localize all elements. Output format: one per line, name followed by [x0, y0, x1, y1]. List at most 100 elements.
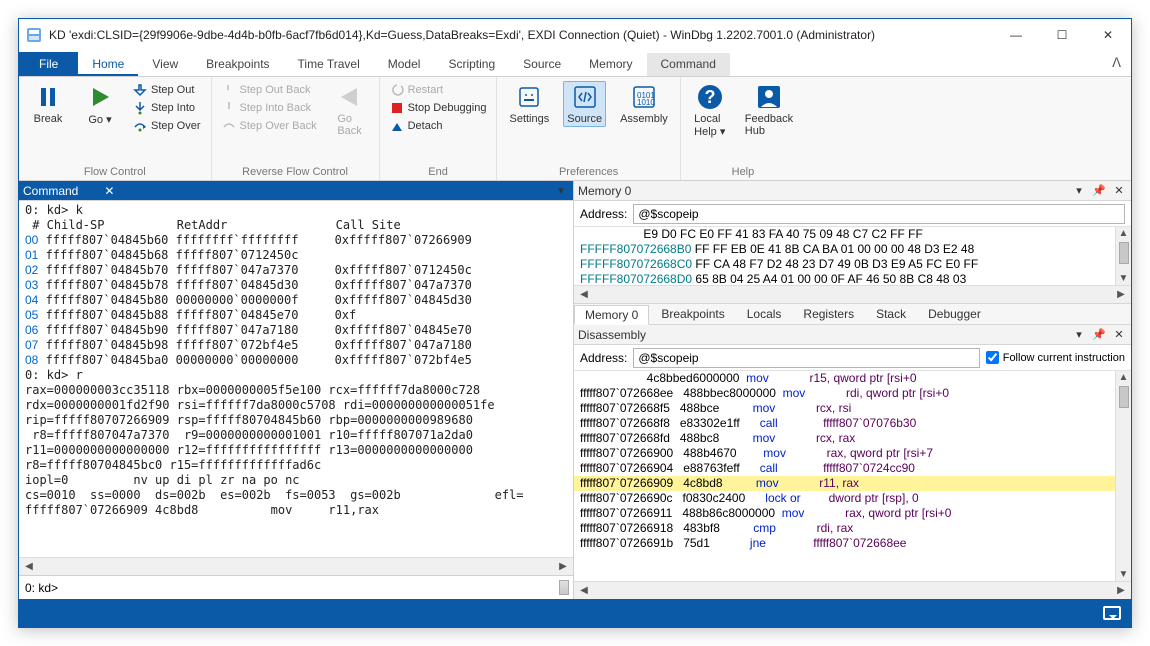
disasm-hscroll[interactable]: ◀▶: [574, 581, 1131, 599]
local-help-button[interactable]: ? Local Help ▾: [689, 81, 731, 140]
go-back-button: Go Back: [329, 81, 371, 139]
memory-panel-header: Memory 0 ▾ 📌 ✕: [574, 181, 1131, 201]
memory-hscroll[interactable]: ◀▶: [574, 285, 1131, 303]
go-back-label: Go Back: [337, 113, 361, 137]
close-button[interactable]: ✕: [1085, 19, 1131, 51]
tab-source[interactable]: Source: [509, 53, 575, 76]
step-over-back-button: Step Over Back: [220, 117, 319, 135]
panel-tab-locals[interactable]: Locals: [737, 305, 792, 323]
disasm-address-input[interactable]: [633, 348, 979, 368]
status-bar: [19, 599, 1131, 627]
command-tab-close-icon[interactable]: ✕: [104, 184, 114, 198]
local-help-label: Local Help: [694, 113, 720, 138]
step-into-back-button: Step Into Back: [220, 99, 319, 117]
command-panel-header: Command ✕ ▾: [19, 181, 573, 201]
settings-label: Settings: [509, 113, 549, 125]
panel-tab-memory-0[interactable]: Memory 0: [574, 305, 649, 325]
app-icon: [25, 26, 43, 44]
disasm-address-label: Address:: [580, 351, 627, 365]
step-out-back-button: Step Out Back: [220, 81, 319, 99]
tab-memory[interactable]: Memory: [575, 53, 646, 76]
detach-label: Detach: [408, 120, 443, 132]
memory-vscroll[interactable]: ▲▼: [1115, 227, 1131, 285]
tab-scripting[interactable]: Scripting: [434, 53, 509, 76]
command-input[interactable]: [62, 581, 567, 595]
window-title: KD 'exdi:CLSID={29f9906e-9dbe-4d4b-b0fb-…: [49, 28, 993, 42]
tab-home[interactable]: Home: [78, 53, 138, 76]
panel-tab-debugger[interactable]: Debugger: [918, 305, 991, 323]
tab-command[interactable]: Command: [647, 53, 730, 76]
source-mode-button[interactable]: Source: [563, 81, 606, 127]
tab-breakpoints[interactable]: Breakpoints: [192, 53, 283, 76]
tab-time-travel[interactable]: Time Travel: [284, 53, 374, 76]
detach-icon: [390, 119, 404, 133]
step-over-back-icon: [222, 119, 236, 133]
step-over-button[interactable]: Step Over: [131, 117, 203, 135]
feedback-label: Feedback Hub: [745, 113, 793, 137]
settings-button[interactable]: Settings: [505, 81, 553, 127]
step-into-back-label: Step Into Back: [240, 102, 312, 114]
step-into-button[interactable]: Step Into: [131, 99, 203, 117]
preferences-group-label: Preferences: [505, 164, 671, 178]
tab-view[interactable]: View: [138, 53, 192, 76]
feedback-icon: [755, 83, 783, 111]
disasm-vscroll[interactable]: ▲▼: [1115, 371, 1131, 581]
step-into-back-icon: [222, 101, 236, 115]
help-icon: ?: [696, 83, 724, 111]
step-out-back-icon: [222, 83, 236, 97]
stop-debugging-button[interactable]: Stop Debugging: [388, 99, 489, 117]
panel-tab-stack[interactable]: Stack: [866, 305, 916, 323]
detach-button[interactable]: Detach: [388, 117, 489, 135]
step-out-button[interactable]: Step Out: [131, 81, 203, 99]
step-over-label: Step Over: [151, 120, 201, 132]
step-over-back-label: Step Over Back: [240, 120, 317, 132]
memory-address-input[interactable]: [633, 204, 1125, 224]
break-button[interactable]: Break: [27, 81, 69, 127]
step-into-icon: [133, 101, 147, 115]
reverse-flow-control-group-label: Reverse Flow Control: [220, 164, 371, 178]
disasm-panel-pin-icon[interactable]: 📌: [1091, 328, 1107, 341]
tab-file[interactable]: File: [19, 52, 78, 76]
disassembly-panel-title: Disassembly: [578, 328, 646, 342]
memory-panel-menu-icon[interactable]: ▾: [1071, 184, 1087, 197]
stop-icon: [390, 101, 404, 115]
restart-icon: [390, 83, 404, 97]
step-over-icon: [133, 119, 147, 133]
command-panel-title: Command: [23, 184, 78, 198]
memory-panel-title: Memory 0: [578, 184, 631, 198]
restart-label: Restart: [408, 84, 443, 96]
go-label: Go: [88, 114, 103, 126]
collapse-ribbon-icon[interactable]: ᐱ: [1112, 55, 1121, 71]
feedback-hub-button[interactable]: Feedback Hub: [741, 81, 797, 139]
command-input-bar: 0: kd>: [19, 575, 573, 599]
command-output: 0: kd> k # Child-SP RetAddr Call Site 00…: [19, 201, 573, 557]
assembly-label: Assembly: [620, 113, 668, 125]
panel-menu-icon[interactable]: ▾: [553, 184, 569, 197]
command-prompt: 0: kd>: [25, 581, 58, 595]
assembly-mode-button[interactable]: 01011010 Assembly: [616, 81, 672, 127]
svg-text:?: ?: [704, 87, 715, 107]
memory-panel-pin-icon[interactable]: 📌: [1091, 184, 1107, 197]
panel-tab-registers[interactable]: Registers: [793, 305, 864, 323]
maximize-button[interactable]: ☐: [1039, 19, 1085, 51]
memory-panel-close-icon[interactable]: ✕: [1111, 184, 1127, 197]
panel-tab-breakpoints[interactable]: Breakpoints: [651, 305, 734, 323]
minimize-button[interactable]: —: [993, 19, 1039, 51]
break-label: Break: [34, 113, 63, 125]
svg-text:1010: 1010: [637, 98, 655, 107]
bottom-tabs: Memory 0BreakpointsLocalsRegistersStackD…: [574, 303, 1131, 325]
step-out-label: Step Out: [151, 84, 194, 96]
disasm-panel-menu-icon[interactable]: ▾: [1071, 328, 1087, 341]
disasm-panel-close-icon[interactable]: ✕: [1111, 328, 1127, 341]
chat-icon[interactable]: [1103, 606, 1121, 620]
go-button[interactable]: Go ▾: [79, 81, 121, 128]
step-out-back-label: Step Out Back: [240, 84, 311, 96]
ribbon-tabs: File Home View Breakpoints Time Travel M…: [19, 51, 1131, 77]
follow-instruction-checkbox[interactable]: Follow current instruction: [986, 351, 1125, 364]
flow-control-group-label: Flow Control: [27, 164, 203, 178]
command-hscroll[interactable]: ◀▶: [19, 557, 573, 575]
pause-icon: [34, 83, 62, 111]
step-out-icon: [133, 83, 147, 97]
restart-button: Restart: [388, 81, 489, 99]
tab-model[interactable]: Model: [374, 53, 435, 76]
